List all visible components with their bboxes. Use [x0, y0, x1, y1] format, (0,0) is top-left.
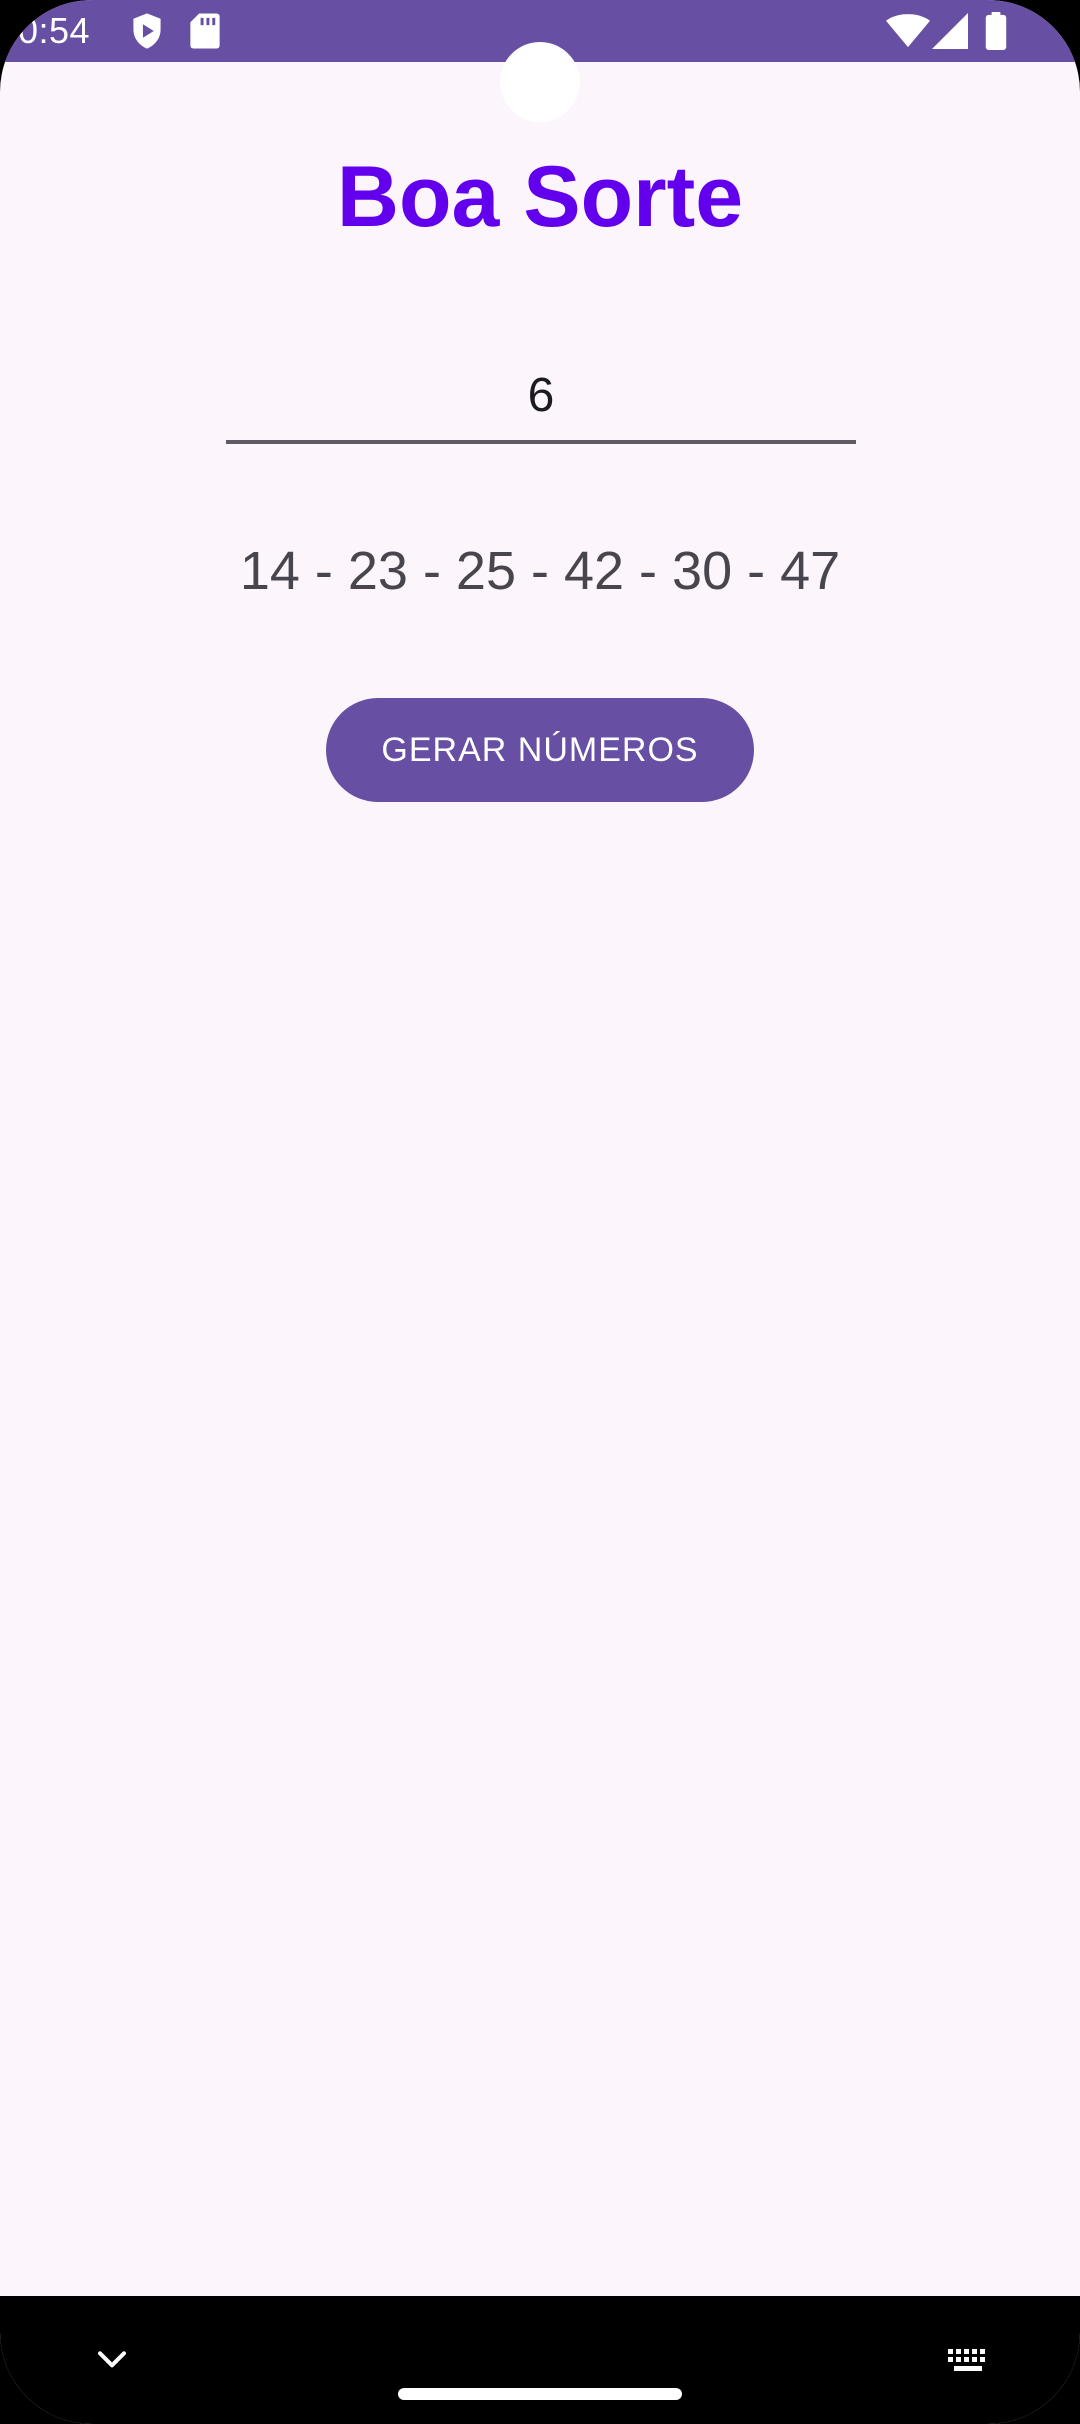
- keyboard-icon[interactable]: [946, 2346, 990, 2376]
- navigation-bar: [0, 2296, 1080, 2424]
- result-numbers: 14 - 23 - 25 - 42 - 30 - 47: [239, 541, 841, 601]
- app-title: Boa Sorte: [336, 149, 744, 245]
- home-handle[interactable]: [398, 2388, 682, 2400]
- count-input-container[interactable]: [226, 350, 856, 444]
- shield-icon: [133, 13, 161, 49]
- count-input[interactable]: [226, 350, 856, 440]
- camera-cutout: [500, 42, 580, 122]
- chevron-down-icon[interactable]: [96, 2348, 128, 2372]
- signal-icon: [932, 13, 968, 49]
- sd-card-icon: [190, 13, 220, 49]
- status-time: 0:54: [18, 10, 91, 51]
- device-screen: 0:54 Boa Sorte 14 - 23 - 25 - 42 - 30 - …: [0, 0, 1080, 2424]
- battery-icon: [985, 12, 1007, 50]
- generate-numbers-button[interactable]: GERAR NÚMEROS: [326, 698, 754, 802]
- wifi-icon: [886, 14, 930, 48]
